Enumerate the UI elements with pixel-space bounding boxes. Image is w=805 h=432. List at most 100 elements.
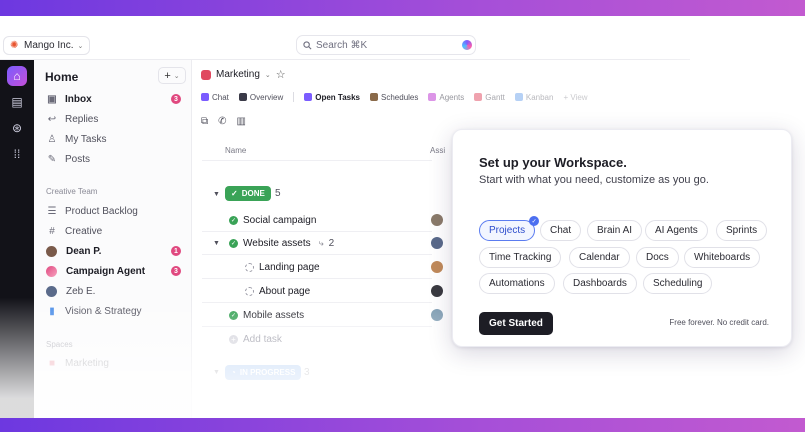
sidebar-item-label: Vision & Strategy [65, 305, 142, 317]
agent-icon [428, 93, 437, 101]
option-chip-automations[interactable]: Automations [479, 273, 555, 294]
sidebar-item-label: Dean P. [66, 245, 102, 257]
tab-agents[interactable]: Agents [428, 93, 464, 102]
kanban-icon [514, 93, 523, 101]
sidebar-item-label: Marketing [65, 357, 109, 369]
option-chip-whiteboards[interactable]: Whiteboards [684, 247, 761, 268]
calendar-icon [370, 93, 379, 101]
sidebar-item-my-tasks[interactable]: ♙ My Tasks [45, 130, 187, 148]
option-chip-scheduling[interactable]: Scheduling [643, 273, 713, 294]
sidebar-item-inbox[interactable]: ▣ Inbox 3 [45, 90, 187, 108]
tab-label: Schedules [381, 92, 419, 102]
subtask-row[interactable]: Landing page [245, 262, 320, 273]
apps-grid-icon[interactable]: ⁞⁞ [7, 144, 27, 164]
sidebar-item-posts[interactable]: ✎ Posts [45, 150, 187, 168]
bottom-gradient-band [0, 418, 805, 432]
phone-icon[interactable]: ✆ [218, 116, 226, 127]
user-icon: ♙ [47, 133, 57, 145]
chip-label: Chat [550, 225, 572, 236]
chip-label: Calendar [579, 252, 620, 263]
tab-overview[interactable]: Overview [238, 93, 283, 102]
column-header-assignee[interactable]: Assi [430, 146, 445, 155]
home-icon[interactable]: ⌂ [7, 66, 27, 86]
selected-check-icon: ✓ [529, 216, 540, 226]
sidebar-item-label: Inbox [65, 93, 92, 105]
option-chip-projects[interactable]: Projects ✓ [479, 216, 540, 241]
option-chip-brain-ai[interactable]: Brain AI [587, 220, 643, 241]
option-chip-chat[interactable]: Chat [540, 220, 582, 241]
tab-open-tasks[interactable]: Open Tasks [304, 93, 360, 102]
overview-icon [238, 93, 247, 101]
status-label: DONE [241, 189, 265, 198]
workspace-switcher[interactable]: ✺ Mango Inc. ⌄ [3, 36, 91, 55]
option-chip-calendar[interactable]: Calendar [569, 247, 630, 268]
divider [202, 231, 432, 232]
layers-icon[interactable]: ⧉ [201, 116, 208, 127]
backlog-list-icon: ☰ [47, 205, 57, 217]
task-row[interactable]: ✓ Website assets ⤷ 2 [229, 238, 334, 249]
tab-chat[interactable]: Chat [201, 93, 229, 102]
dm-count-badge: 1 [171, 246, 181, 256]
sidebar-item-creative[interactable]: # Creative [45, 222, 187, 240]
space-icon: ■ [48, 357, 56, 369]
sidebar-item-label: Creative [65, 225, 103, 237]
add-task-label: Add task [243, 334, 282, 345]
card-title: Set up your Workspace. [479, 155, 627, 170]
get-started-button[interactable]: Get Started [479, 312, 553, 335]
docs-icon[interactable]: ▤ [7, 92, 27, 112]
tab-kanban[interactable]: Kanban [514, 92, 554, 102]
avatar [431, 309, 443, 321]
column-header-name[interactable]: Name [225, 146, 246, 155]
search-bar[interactable]: Search ⌘K [296, 35, 476, 55]
collapse-caret-icon[interactable]: ▼ [213, 191, 220, 198]
ai-assistant-icon[interactable] [462, 40, 472, 50]
reply-icon: ↩ [47, 113, 57, 125]
collapse-caret-icon[interactable]: ▼ [213, 369, 220, 376]
done-check-icon: ✓ [229, 216, 238, 225]
sidebar-add-button[interactable]: + ⌄ [158, 67, 186, 84]
chat-icon [201, 93, 209, 101]
option-chip-docs[interactable]: Docs [636, 247, 679, 268]
inbox-count-badge: 3 [171, 94, 181, 104]
option-chip-dashboards[interactable]: Dashboards [563, 273, 637, 294]
app-window: ✺ Mango Inc. ⌄ Search ⌘K ⌂ ▤ ⊛ ⁞⁞ Home +… [0, 16, 805, 418]
star-icon[interactable]: ☆ [276, 68, 286, 81]
tab-label: Kanban [525, 92, 554, 102]
sidebar-item-replies[interactable]: ↩ Replies [45, 110, 187, 128]
columns-icon[interactable]: ▥ [237, 116, 246, 127]
sidebar-item-marketing[interactable]: ■ Marketing [45, 354, 187, 372]
option-chip-time-tracking[interactable]: Time Tracking [479, 247, 562, 268]
option-chip-sprints[interactable]: Sprints [716, 220, 768, 241]
add-task-button[interactable]: + Add task [229, 334, 282, 345]
search-label: Search ⌘K [316, 39, 368, 51]
task-name: Mobile assets [243, 310, 305, 321]
avatar [431, 237, 443, 249]
task-row[interactable]: ✓ Mobile assets [229, 310, 304, 321]
breadcrumb[interactable]: Marketing ⌄ ☆ [201, 68, 286, 81]
tab-label: Chat [212, 92, 229, 102]
sidebar-item-product-backlog[interactable]: ☰ Product Backlog [45, 202, 187, 220]
chip-label: Time Tracking [489, 252, 552, 263]
status-badge-in-progress[interactable]: ◔ IN PROGRESS [225, 365, 302, 380]
sidebar-item-zeb[interactable]: Zeb E. [45, 282, 187, 300]
task-name: Website assets [243, 238, 311, 249]
chip-label: Dashboards [573, 278, 627, 289]
status-badge-done[interactable]: ✓ DONE [225, 186, 271, 201]
option-chip-ai-agents[interactable]: AI Agents [645, 220, 708, 241]
sidebar-item-label: Zeb E. [66, 285, 96, 297]
tab-gantt[interactable]: Gantt [474, 93, 505, 102]
sidebar-item-dean[interactable]: Dean P. 1 [45, 242, 187, 260]
sidebar-item-vision-strategy[interactable]: ▮ Vision & Strategy [45, 302, 187, 320]
top-bar: ✺ Mango Inc. ⌄ Search ⌘K [0, 30, 690, 60]
tab-label: Open Tasks [315, 92, 361, 102]
chip-label: Docs [646, 252, 669, 263]
sidebar-item-campaign-agent[interactable]: Campaign Agent 3 [45, 262, 187, 280]
settings-icon[interactable]: ⊛ [7, 118, 27, 138]
posts-icon: ✎ [47, 153, 57, 165]
tab-schedules[interactable]: Schedules [370, 93, 418, 102]
task-row[interactable]: ✓ Social campaign [229, 215, 316, 226]
add-view-button[interactable]: + View [563, 93, 587, 102]
subtask-row[interactable]: About page [245, 286, 310, 297]
collapse-caret-icon[interactable]: ▼ [213, 240, 220, 247]
free-note: Free forever. No credit card. [669, 318, 769, 327]
